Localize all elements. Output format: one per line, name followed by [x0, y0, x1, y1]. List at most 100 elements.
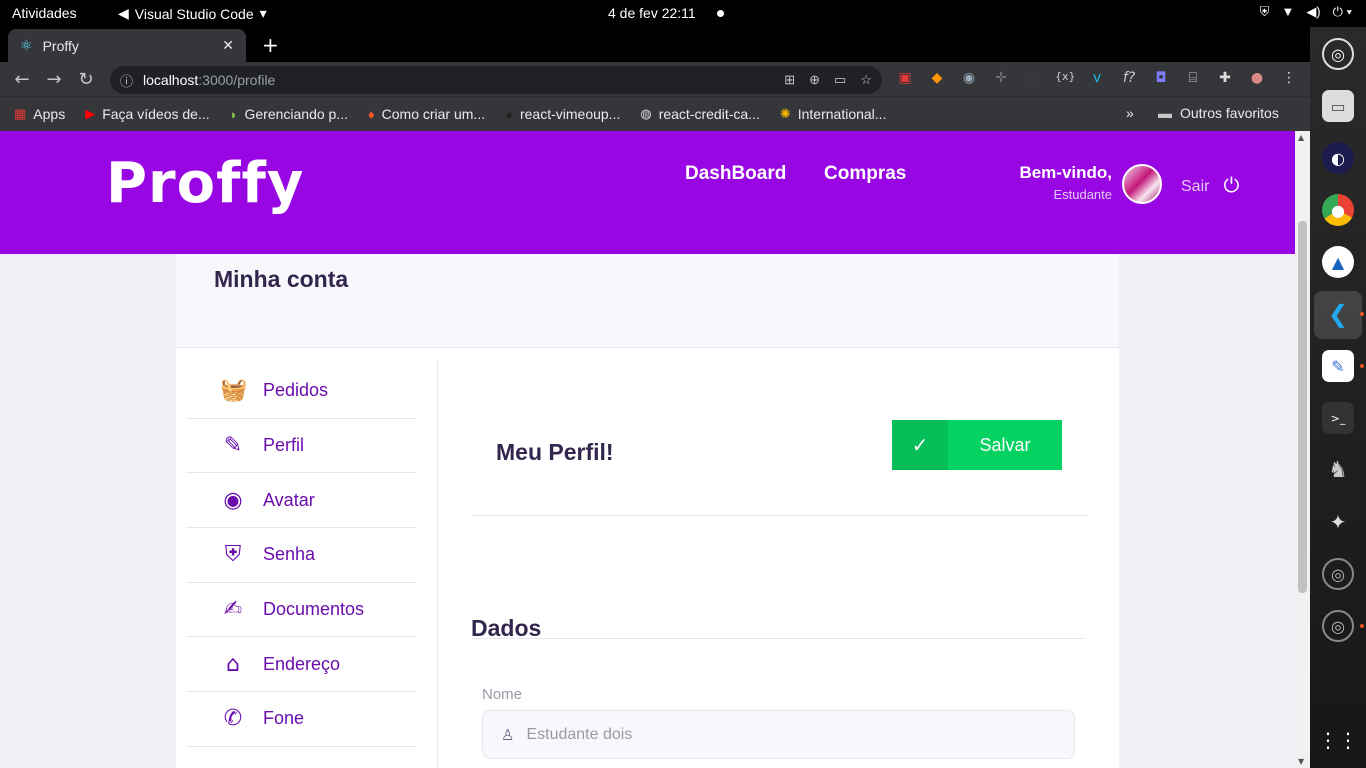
new-tab-button[interactable]: + — [262, 33, 279, 57]
extensions-area: ▣ ◆ ◉ ✛ ◌ {x} v f? ◘ ⌸ ✚ ● ⋮ — [895, 70, 1299, 86]
extension-icon[interactable]: ◉ — [959, 70, 979, 86]
system-top-bar: Atividades ◀ Visual Studio Code ▾ 4 de f… — [0, 0, 1366, 27]
edit-document-icon: ✍ — [223, 597, 243, 623]
profile-avatar-icon[interactable]: ● — [1247, 70, 1267, 86]
scroll-up-icon[interactable]: ▲ — [1298, 133, 1304, 142]
power-icon: ⏻ — [1223, 175, 1240, 197]
name-field[interactable]: ♙ — [482, 710, 1075, 759]
logout-button[interactable]: Sair ⏻ — [1181, 175, 1239, 198]
bookmark-item[interactable]: ▦ Apps — [14, 106, 65, 122]
user-circle-icon: ◉ — [223, 487, 243, 513]
close-tab-icon[interactable]: ✕ — [222, 37, 234, 54]
clock[interactable]: 4 de fev 22:11 — [608, 5, 696, 21]
ubuntu-dock: ◎ ▭ ◐ ● ▲ ❮ ✎ >_ ♞ ✦ ◎ ◎ ⋮⋮ — [1310, 27, 1366, 768]
sidebar-item-pedidos[interactable]: 🧺 Pedidos — [186, 364, 416, 419]
page-scrollbar[interactable]: ▲ ▼ — [1295, 131, 1310, 768]
other-bookmarks-folder[interactable]: ▬ Outros favoritos — [1158, 105, 1279, 121]
sidebar-item-senha[interactable]: ⛨ Senha — [186, 528, 416, 583]
nav-dashboard-link[interactable]: DashBoard — [685, 163, 786, 185]
sidebar-item-label: Fone — [263, 708, 305, 729]
code-icon[interactable]: ⌸ — [1183, 70, 1203, 86]
extension-icon[interactable]: ▣ — [895, 70, 915, 86]
bookmark-item[interactable]: ◗ Gerenciando p... — [230, 106, 348, 122]
text-editor-icon[interactable]: ✎ — [1322, 350, 1354, 382]
running-indicator — [1360, 312, 1364, 316]
terminal-icon[interactable]: >_ — [1322, 402, 1354, 434]
browser-tab[interactable]: ⚛ Proffy ✕ — [8, 29, 246, 62]
info-icon[interactable]: ⓘ — [120, 71, 133, 90]
react-favicon-icon: ⚛ — [20, 37, 33, 53]
move-icon[interactable]: ✛ — [991, 70, 1011, 86]
warehouse-icon: ⌂ — [226, 651, 240, 677]
scroll-down-icon[interactable]: ▼ — [1298, 757, 1304, 766]
user-edit-icon: ✎ — [223, 433, 243, 459]
files-icon[interactable]: ▭ — [1322, 90, 1354, 122]
tab-title: Proffy — [42, 37, 79, 54]
vscode-icon[interactable]: ❮ — [1322, 298, 1354, 330]
color-picker-icon[interactable]: ◆ — [927, 70, 947, 86]
sidebar-item-endereco[interactable]: ⌂ Endereço — [186, 637, 416, 693]
app-icon[interactable]: ▲ — [1322, 246, 1354, 278]
disk-icon[interactable]: ◎ — [1322, 558, 1354, 590]
disk-icon[interactable]: ◎ — [1322, 610, 1354, 642]
account-sidebar: 🧺 Pedidos ✎ Perfil ◉ Avatar ⛨ Senha ✍ Do… — [186, 364, 416, 747]
forward-icon[interactable]: → — [38, 69, 70, 90]
save-button[interactable]: ✓ Salvar — [892, 420, 1062, 470]
globe-icon: ◍ — [640, 106, 652, 121]
more-bookmarks-button[interactable]: » — [1126, 105, 1134, 121]
app-icon[interactable]: ♞ — [1322, 454, 1354, 486]
json-icon[interactable]: {x} — [1055, 70, 1076, 86]
welcome-text: Bem-vindo, — [1019, 163, 1112, 182]
function-icon[interactable]: f? — [1119, 70, 1139, 86]
volume-icon: ◀) — [1306, 4, 1321, 19]
sidebar-item-documentos[interactable]: ✍ Documentos — [186, 583, 416, 638]
bookmark-item[interactable]: ♦ Como criar um... — [368, 106, 485, 122]
user-icon: ♙ — [501, 725, 515, 744]
gimp-icon[interactable]: ✦ — [1322, 506, 1354, 538]
proffy-logo[interactable]: Proffy — [106, 151, 304, 216]
flame-icon: ♦ — [368, 106, 375, 122]
avatar[interactable] — [1122, 164, 1162, 204]
extension-icon[interactable]: ◌ — [1023, 70, 1043, 86]
sidebar-item-avatar[interactable]: ◉ Avatar — [186, 473, 416, 529]
divider — [471, 638, 1085, 639]
bookmark-label: react-credit-ca... — [658, 106, 760, 122]
zoom-icon[interactable]: ⊕ — [809, 72, 820, 88]
back-icon[interactable]: ← — [6, 69, 38, 90]
notification-dot — [717, 10, 724, 17]
system-tray[interactable]: ⛨ ▼ ◀) ⏻ ▾ — [1260, 4, 1352, 20]
reload-icon[interactable]: ↻ — [70, 69, 102, 90]
profile-title: Meu Perfil! — [496, 439, 614, 465]
activities-button[interactable]: Atividades — [12, 5, 77, 21]
github-icon: ● — [505, 106, 513, 122]
bookmark-item[interactable]: ◍ react-credit-ca... — [640, 106, 759, 122]
translate-icon[interactable]: ⊞ — [784, 72, 795, 88]
address-bar[interactable]: ⓘ localhost:3000/profile ⊞ ⊕ ▭ ☆ — [110, 66, 882, 94]
tor-browser-icon[interactable]: ◐ — [1322, 142, 1354, 174]
power-menu-icon: ⏻ ▾ — [1332, 4, 1352, 19]
page-viewport: Proffy DashBoard Compras Bem-vindo, Estu… — [0, 131, 1295, 768]
phone-icon: ✆ — [223, 706, 243, 732]
bookmark-item[interactable]: ✺ International... — [780, 106, 887, 122]
app-menu[interactable]: ◀ Visual Studio Code ▾ — [118, 5, 267, 22]
puzzle-icon[interactable]: ✚ — [1215, 70, 1235, 86]
bookmark-item[interactable]: ● react-vimeoup... — [505, 106, 620, 122]
sidebar-item-fone[interactable]: ✆ Fone — [186, 692, 416, 747]
menu-icon[interactable]: ⋮ — [1279, 70, 1299, 86]
bookmark-star-icon[interactable]: ☆ — [860, 72, 872, 88]
sidebar-item-perfil[interactable]: ✎ Perfil — [186, 419, 416, 474]
obs-icon[interactable]: ◎ — [1322, 38, 1354, 70]
show-apps-icon[interactable]: ⋮⋮ — [1318, 724, 1358, 756]
name-input[interactable] — [526, 725, 1027, 744]
scrollbar-thumb[interactable] — [1298, 221, 1307, 593]
sidebar-item-label: Avatar — [263, 489, 315, 510]
reader-icon[interactable]: ▭ — [834, 72, 846, 88]
chrome-icon[interactable]: ● — [1322, 194, 1354, 226]
sidebar-item-label: Pedidos — [263, 380, 329, 401]
bookmark-label: react-vimeoup... — [519, 106, 621, 122]
extension-icon[interactable]: ◘ — [1151, 70, 1171, 86]
vimeo-icon[interactable]: v — [1087, 70, 1107, 86]
nav-compras-link[interactable]: Compras — [824, 163, 906, 185]
bookmark-item[interactable]: ▶ Faça vídeos de... — [85, 106, 209, 122]
sidebar-item-label: Documentos — [263, 599, 365, 620]
